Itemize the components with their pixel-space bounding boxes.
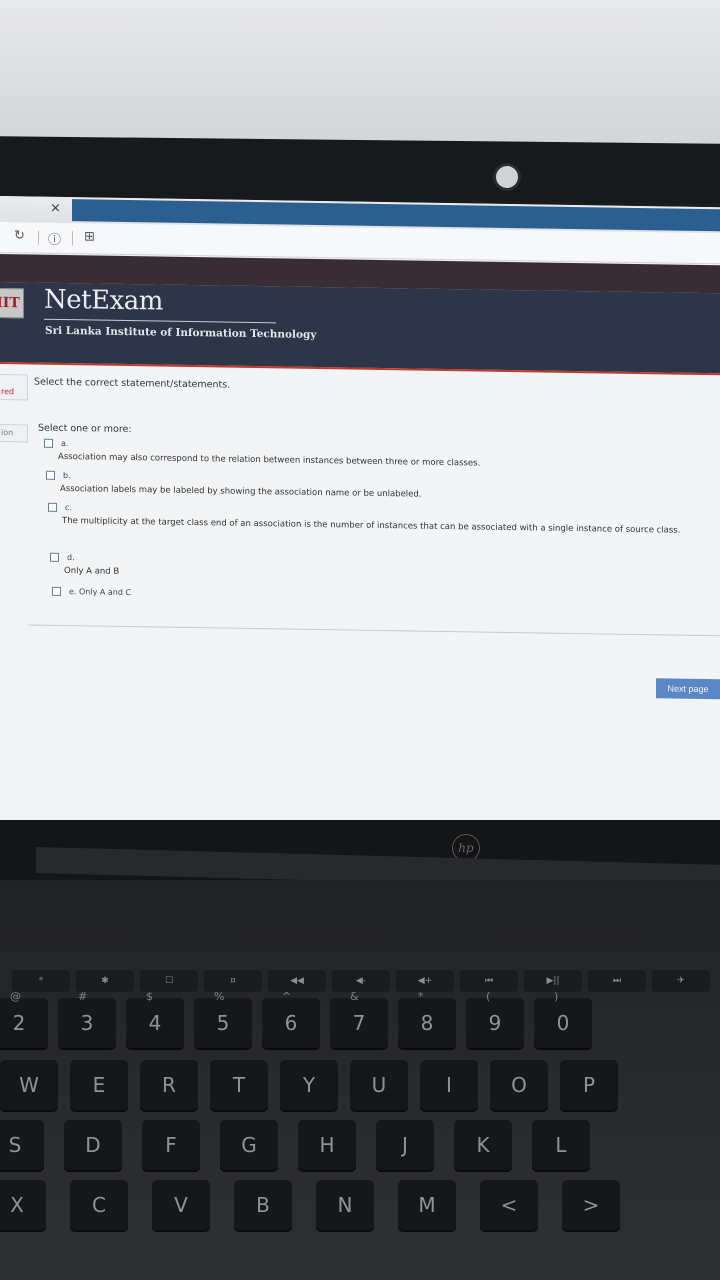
shift-symbol: ^: [282, 990, 292, 1003]
shift-symbol: %: [214, 990, 225, 1003]
letter-key[interactable]: P: [560, 1060, 618, 1110]
letter-key[interactable]: L: [532, 1120, 590, 1170]
letter-key[interactable]: W: [0, 1060, 58, 1110]
letter-key[interactable]: T: [210, 1060, 268, 1110]
option-text: Association may also correspond to the r…: [58, 451, 481, 469]
letter-key[interactable]: B: [234, 1180, 292, 1230]
function-key[interactable]: *: [12, 970, 70, 992]
question-nav-box: ion: [0, 423, 28, 443]
checkbox-d[interactable]: [50, 552, 59, 562]
institute-logo: IIT: [0, 287, 24, 319]
letter-key[interactable]: R: [140, 1060, 198, 1110]
reload-icon[interactable]: ↻: [14, 228, 25, 243]
number-key[interactable]: 7: [330, 998, 388, 1048]
brand-title[interactable]: NetExam: [44, 285, 163, 317]
letter-key[interactable]: J: [376, 1120, 434, 1170]
institute-name: Sri Lanka Institute of Information Techn…: [45, 324, 317, 341]
option-d[interactable]: d. Only A and B: [50, 552, 120, 577]
checkbox-b[interactable]: [46, 470, 55, 480]
letter-key[interactable]: C: [70, 1180, 128, 1230]
option-letter: c.: [65, 503, 72, 513]
keyboard-deck: * ✱ ☐ ¤ ◀◀ ◀- ◀+ ⏮ ▶|| ⏭ ✈ 2 3 4 5 6 7 8 9 0 @ # $% ^ & * () WERT…: [0, 880, 720, 1280]
function-key[interactable]: ◀-: [332, 970, 390, 992]
letter-key[interactable]: F: [142, 1120, 200, 1170]
number-key[interactable]: 3: [58, 998, 116, 1048]
option-a[interactable]: a. Association may also correspond to th…: [44, 438, 481, 469]
letter-key[interactable]: M: [398, 1180, 456, 1230]
letter-key[interactable]: D: [64, 1120, 122, 1170]
select-hint: Select one or more:: [38, 422, 132, 436]
site-header: IIT NetExam Sri Lanka Institute of Infor…: [0, 282, 720, 374]
number-key[interactable]: 9: [466, 998, 524, 1048]
toolbar-divider: [72, 231, 73, 246]
option-letter: e. Only A and C: [69, 587, 132, 598]
letter-key[interactable]: Y: [280, 1060, 338, 1110]
option-e[interactable]: e. Only A and C: [52, 586, 132, 598]
function-key[interactable]: ◀+: [396, 970, 454, 992]
shift-symbol: #: [78, 990, 88, 1003]
checkbox-e[interactable]: [52, 586, 61, 596]
shift-symbol: ): [554, 990, 559, 1003]
letter-key[interactable]: G: [220, 1120, 278, 1170]
letter-key[interactable]: V: [152, 1180, 210, 1230]
shift-symbol: *: [418, 990, 424, 1003]
letter-key[interactable]: O: [490, 1060, 548, 1110]
option-letter: b.: [63, 470, 71, 481]
option-b[interactable]: b. Association labels may be labeled by …: [46, 470, 422, 500]
toolbar-divider: [38, 230, 39, 245]
letter-key[interactable]: I: [420, 1060, 478, 1110]
webcam-icon: [496, 166, 518, 188]
letter-key[interactable]: <: [480, 1180, 538, 1230]
info-icon[interactable]: ⓘ: [48, 229, 61, 248]
close-tab-icon[interactable]: ×: [50, 201, 61, 216]
number-key[interactable]: 4: [126, 998, 184, 1048]
question-status-label: red: [1, 387, 15, 397]
function-key[interactable]: ¤: [204, 970, 262, 992]
function-key[interactable]: ▶||: [524, 970, 582, 992]
shift-symbol: @: [10, 990, 21, 1003]
question-info-box: red: [0, 373, 28, 401]
number-key[interactable]: 5: [194, 998, 252, 1048]
option-letter: d.: [67, 553, 75, 563]
letter-key[interactable]: E: [70, 1060, 128, 1110]
page-icon[interactable]: ⊞: [84, 229, 95, 244]
background-wall: [0, 0, 720, 150]
letter-key[interactable]: X: [0, 1180, 46, 1230]
letter-key[interactable]: U: [350, 1060, 408, 1110]
letter-key[interactable]: H: [298, 1120, 356, 1170]
laptop-screen: × ↻ ⓘ ⊞ IIT NetExam Sri Lanka Institute …: [0, 196, 720, 838]
letter-key[interactable]: >: [562, 1180, 620, 1230]
shift-symbol: (: [486, 990, 491, 1003]
answer-area: Select one or more: a. Association may a…: [28, 402, 720, 637]
number-key[interactable]: 2: [0, 998, 48, 1048]
function-key[interactable]: ✱: [76, 970, 134, 992]
shift-symbol: $: [146, 990, 153, 1003]
option-c[interactable]: c. The multiplicity at the target class …: [48, 502, 708, 536]
question-text: Select the correct statement/statements.: [34, 376, 231, 391]
laptop-top-bezel: [0, 136, 720, 204]
shift-symbol: &: [350, 990, 359, 1003]
option-letter: a.: [61, 438, 69, 449]
letter-key[interactable]: N: [316, 1180, 374, 1230]
option-text: The multiplicity at the target class end…: [62, 515, 681, 536]
function-key[interactable]: ⏭: [588, 970, 646, 992]
question-nav-label: ion: [1, 428, 14, 438]
option-text: Association labels may be labeled by sho…: [60, 483, 422, 500]
option-text: Only A and B: [64, 566, 120, 577]
function-key[interactable]: ✈: [652, 970, 710, 992]
letter-key[interactable]: K: [454, 1120, 512, 1170]
number-key[interactable]: 8: [398, 998, 456, 1048]
checkbox-a[interactable]: [44, 438, 53, 448]
number-key[interactable]: 0: [534, 998, 592, 1048]
brand-underline: [44, 318, 276, 324]
next-page-button[interactable]: Next page: [656, 678, 720, 700]
function-key[interactable]: ◀◀: [268, 970, 326, 992]
function-key[interactable]: ☐: [140, 970, 198, 992]
letter-key[interactable]: S: [0, 1120, 44, 1170]
checkbox-c[interactable]: [48, 502, 57, 512]
function-key[interactable]: ⏮: [460, 970, 518, 992]
number-key[interactable]: 6: [262, 998, 320, 1048]
